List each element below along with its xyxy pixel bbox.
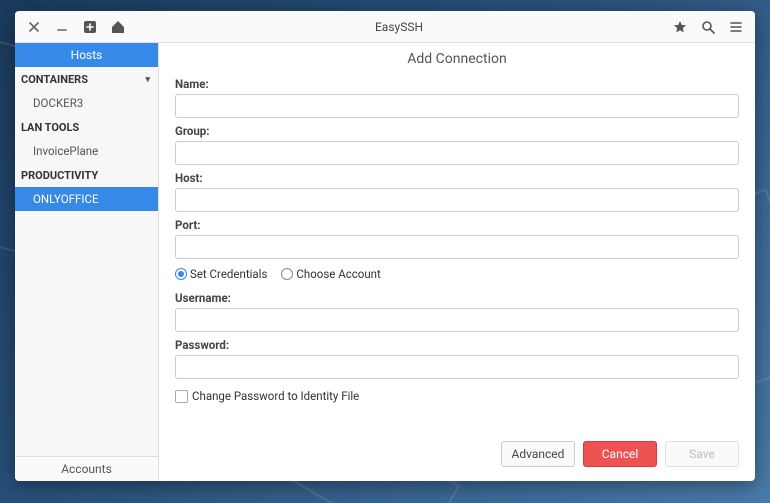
group-input[interactable] (175, 141, 739, 165)
window-title: EasySSH (375, 20, 423, 34)
radio-label: Choose Account (296, 267, 380, 281)
sidebar-group-header[interactable]: CONTAINERS ▾ (15, 67, 158, 91)
sidebar-item-invoiceplane[interactable]: InvoicePlane (15, 139, 158, 163)
form-title: Add Connection (159, 43, 755, 71)
radio-label: Set Credentials (190, 267, 267, 281)
radio-set-credentials[interactable]: Set Credentials (175, 267, 267, 281)
password-label: Password: (175, 338, 739, 352)
sidebar-group-header[interactable]: LAN TOOLS (15, 115, 158, 139)
sidebar-group-label: PRODUCTIVITY (21, 169, 98, 182)
port-input[interactable] (175, 235, 739, 259)
form-buttons: Advanced Cancel Save (159, 431, 755, 481)
chevron-down-icon: ▾ (145, 75, 150, 85)
advanced-button[interactable]: Advanced (501, 441, 575, 467)
menu-icon[interactable] (723, 14, 749, 40)
home-icon[interactable] (105, 14, 131, 40)
sidebar-group-label: LAN TOOLS (21, 121, 79, 134)
sidebar-group-header[interactable]: PRODUCTIVITY (15, 163, 158, 187)
checkbox-label: Change Password to Identity File (192, 389, 359, 403)
new-tab-icon[interactable] (77, 14, 103, 40)
host-label: Host: (175, 171, 739, 185)
minimize-icon[interactable] (49, 14, 75, 40)
username-label: Username: (175, 291, 739, 305)
radio-icon (175, 268, 187, 280)
radio-icon (281, 268, 293, 280)
port-label: Port: (175, 218, 739, 232)
app-window: EasySSH Hosts CONTAINERS ▾ DOCKER3 LAN T… (15, 11, 755, 481)
host-input[interactable] (175, 188, 739, 212)
name-input[interactable] (175, 94, 739, 118)
main-panel: Add Connection Name: Group: Host: Port: … (159, 43, 755, 481)
radio-choose-account[interactable]: Choose Account (281, 267, 380, 281)
cancel-button[interactable]: Cancel (583, 441, 657, 467)
sidebar-group-label: CONTAINERS (21, 73, 88, 86)
sidebar-host-list: CONTAINERS ▾ DOCKER3 LAN TOOLS InvoicePl… (15, 67, 158, 456)
window-body: Hosts CONTAINERS ▾ DOCKER3 LAN TOOLS Inv… (15, 43, 755, 481)
username-input[interactable] (175, 308, 739, 332)
close-icon[interactable] (21, 14, 47, 40)
connection-form: Name: Group: Host: Port: Set Credentials… (159, 71, 755, 431)
sidebar-tab-hosts[interactable]: Hosts (15, 43, 158, 67)
sidebar: Hosts CONTAINERS ▾ DOCKER3 LAN TOOLS Inv… (15, 43, 159, 481)
name-label: Name: (175, 77, 739, 91)
password-input[interactable] (175, 355, 739, 379)
checkbox-icon (175, 390, 188, 403)
change-pw-identity-row[interactable]: Change Password to Identity File (175, 389, 739, 403)
search-icon[interactable] (695, 14, 721, 40)
bookmark-icon[interactable] (667, 14, 693, 40)
save-button[interactable]: Save (665, 441, 739, 467)
credentials-radio-group: Set Credentials Choose Account (175, 259, 739, 285)
group-label: Group: (175, 124, 739, 138)
sidebar-item-onlyoffice[interactable]: ONLYOFFICE (15, 187, 158, 211)
sidebar-tab-accounts[interactable]: Accounts (15, 456, 158, 481)
titlebar: EasySSH (15, 11, 755, 43)
sidebar-item-docker3[interactable]: DOCKER3 (15, 91, 158, 115)
